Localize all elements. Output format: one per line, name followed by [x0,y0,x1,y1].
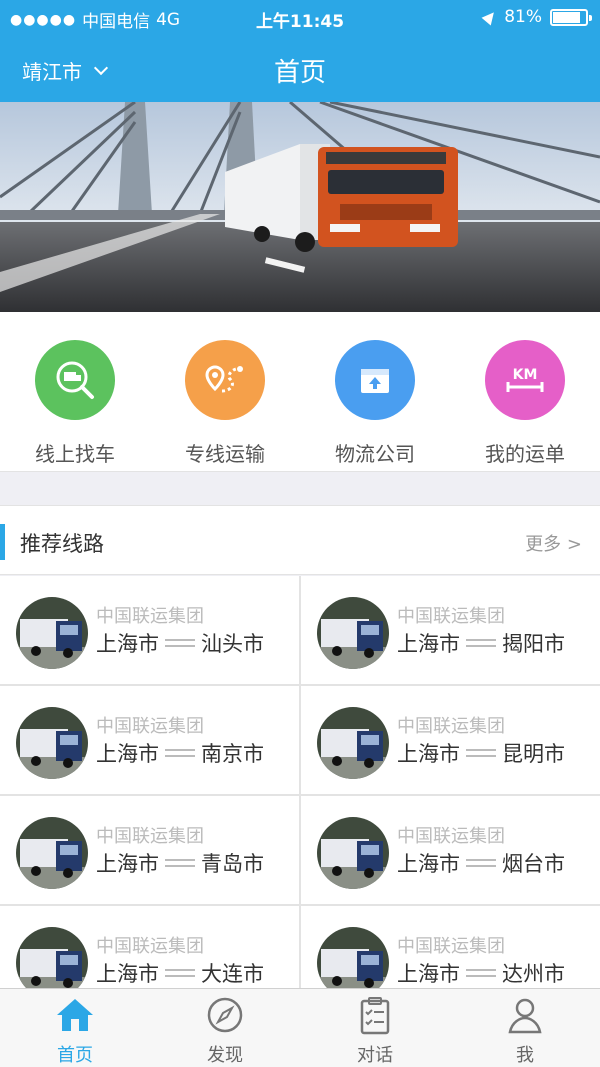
route-card[interactable]: 中国联运集团 上海市 昆明市 [301,686,600,794]
truck-avatar [16,597,88,669]
tab-label: 发现 [207,1045,243,1066]
route-path: 上海市 汕头市 [96,628,264,658]
battery-icon [550,8,592,26]
route-path: 上海市 揭阳市 [397,628,565,658]
tab-label: 对话 [357,1045,393,1066]
route-card[interactable]: 中国联运集团 上海市 南京市 [0,686,299,794]
tab-discover[interactable]: 发现 [150,995,300,1067]
truck-bridge-illustration [0,102,600,312]
route-path: 上海市 南京市 [96,738,264,768]
truck-avatar [16,817,88,889]
route-card[interactable]: 中国联运集团 上海市 青岛市 [0,796,299,904]
route-card[interactable]: 中国联运集团 上海市 大连市 [0,906,299,988]
company-name: 中国联运集团 [397,716,505,737]
company-name: 中国联运集团 [96,826,204,847]
more-link[interactable]: 更多 > [525,530,582,556]
destination-city: 青岛市 [201,852,264,876]
company-name: 中国联运集团 [96,936,204,957]
swap-arrows-icon [165,856,195,870]
home-icon [55,995,95,1035]
destination-city: 大连市 [201,962,264,986]
clipboard-icon [355,995,395,1035]
route-path: 上海市 青岛市 [96,848,264,878]
destination-city: 汕头市 [201,632,264,656]
user-icon [505,995,545,1035]
truck-avatar [317,817,389,889]
tab-chat[interactable]: 对话 [300,995,450,1067]
tab-label: 首页 [57,1045,93,1066]
route-pin-icon [185,340,265,420]
banner-image[interactable] [0,102,600,312]
truck-avatar [16,927,88,988]
swap-arrows-icon [165,636,195,650]
status-bar: ●●●●● 中国电信 4G 上午11:45 81% [0,0,600,34]
destination-city: 达州市 [502,962,565,986]
app-header: ●●●●● 中国电信 4G 上午11:45 81% 靖江市 首页 [0,0,600,102]
route-path: 上海市 烟台市 [397,848,565,878]
box-upload-icon [335,340,415,420]
location-arrow-icon [481,8,499,26]
compass-icon [205,995,245,1035]
route-grid: 中国联运集团 上海市 汕头市 中国联运集团 上海市 揭阳市 中国联运集团 上海市 南京… [0,576,600,988]
recommended-routes-header: 推荐线路 更多 > [0,505,600,575]
company-name: 中国联运集团 [96,606,204,627]
swap-arrows-icon [466,856,496,870]
destination-city: 烟台市 [502,852,565,876]
route-card[interactable]: 中国联运集团 上海市 汕头市 [0,576,299,684]
quick-action-logistics-company[interactable]: 物流公司 [300,340,450,467]
company-name: 中国联运集团 [397,826,505,847]
swap-arrows-icon [165,746,195,760]
quick-action-label: 线上找车 [35,442,115,466]
swap-arrows-icon [466,636,496,650]
route-path: 上海市 大连市 [96,958,264,988]
route-card[interactable]: 中国联运集团 上海市 揭阳市 [301,576,600,684]
quick-action-label: 我的运单 [485,442,565,466]
route-card[interactable]: 中国联运集团 上海市 达州市 [301,906,600,988]
company-name: 中国联运集团 [96,716,204,737]
truck-avatar [16,707,88,779]
bottom-tab-bar: 首页 发现 对话 我 [0,988,600,1067]
truck-avatar [317,927,389,988]
page-title: 首页 [273,58,326,88]
truck-avatar [317,597,389,669]
quick-action-label: 专线运输 [185,442,265,466]
tab-home[interactable]: 首页 [0,995,150,1067]
origin-city: 上海市 [397,962,460,986]
destination-city: 南京市 [201,742,264,766]
destination-city: 揭阳市 [502,632,565,656]
truck-search-icon [35,340,115,420]
swap-arrows-icon [165,966,195,980]
origin-city: 上海市 [96,962,159,986]
origin-city: 上海市 [397,852,460,876]
route-card[interactable]: 中国联运集团 上海市 烟台市 [301,796,600,904]
origin-city: 上海市 [96,742,159,766]
quick-action-my-waybill[interactable]: KM 我的运单 [450,340,600,467]
tab-label: 我 [516,1045,534,1066]
swap-arrows-icon [466,966,496,980]
company-name: 中国联运集团 [397,606,505,627]
destination-city: 昆明市 [502,742,565,766]
tab-me[interactable]: 我 [450,995,600,1067]
quick-action-dedicated-line[interactable]: 专线运输 [150,340,300,467]
section-title: 推荐线路 [20,532,104,556]
company-name: 中国联运集团 [397,936,505,957]
route-path: 上海市 昆明市 [397,738,565,768]
swap-arrows-icon [466,746,496,760]
quick-action-find-vehicle[interactable]: 线上找车 [0,340,150,467]
origin-city: 上海市 [96,632,159,656]
truck-avatar [317,707,389,779]
km-distance-icon: KM [485,340,565,420]
route-path: 上海市 达州市 [397,958,565,988]
section-accent-bar [0,524,5,560]
quick-action-label: 物流公司 [335,442,415,466]
origin-city: 上海市 [96,852,159,876]
battery-percent: 81% [504,7,542,27]
origin-city: 上海市 [397,632,460,656]
origin-city: 上海市 [397,742,460,766]
svg-text:KM: KM [513,367,538,383]
nav-bar: 靖江市 首页 [0,40,600,96]
quick-actions: 线上找车 专线运输 物流公司 KM 我的运单 [0,312,600,472]
